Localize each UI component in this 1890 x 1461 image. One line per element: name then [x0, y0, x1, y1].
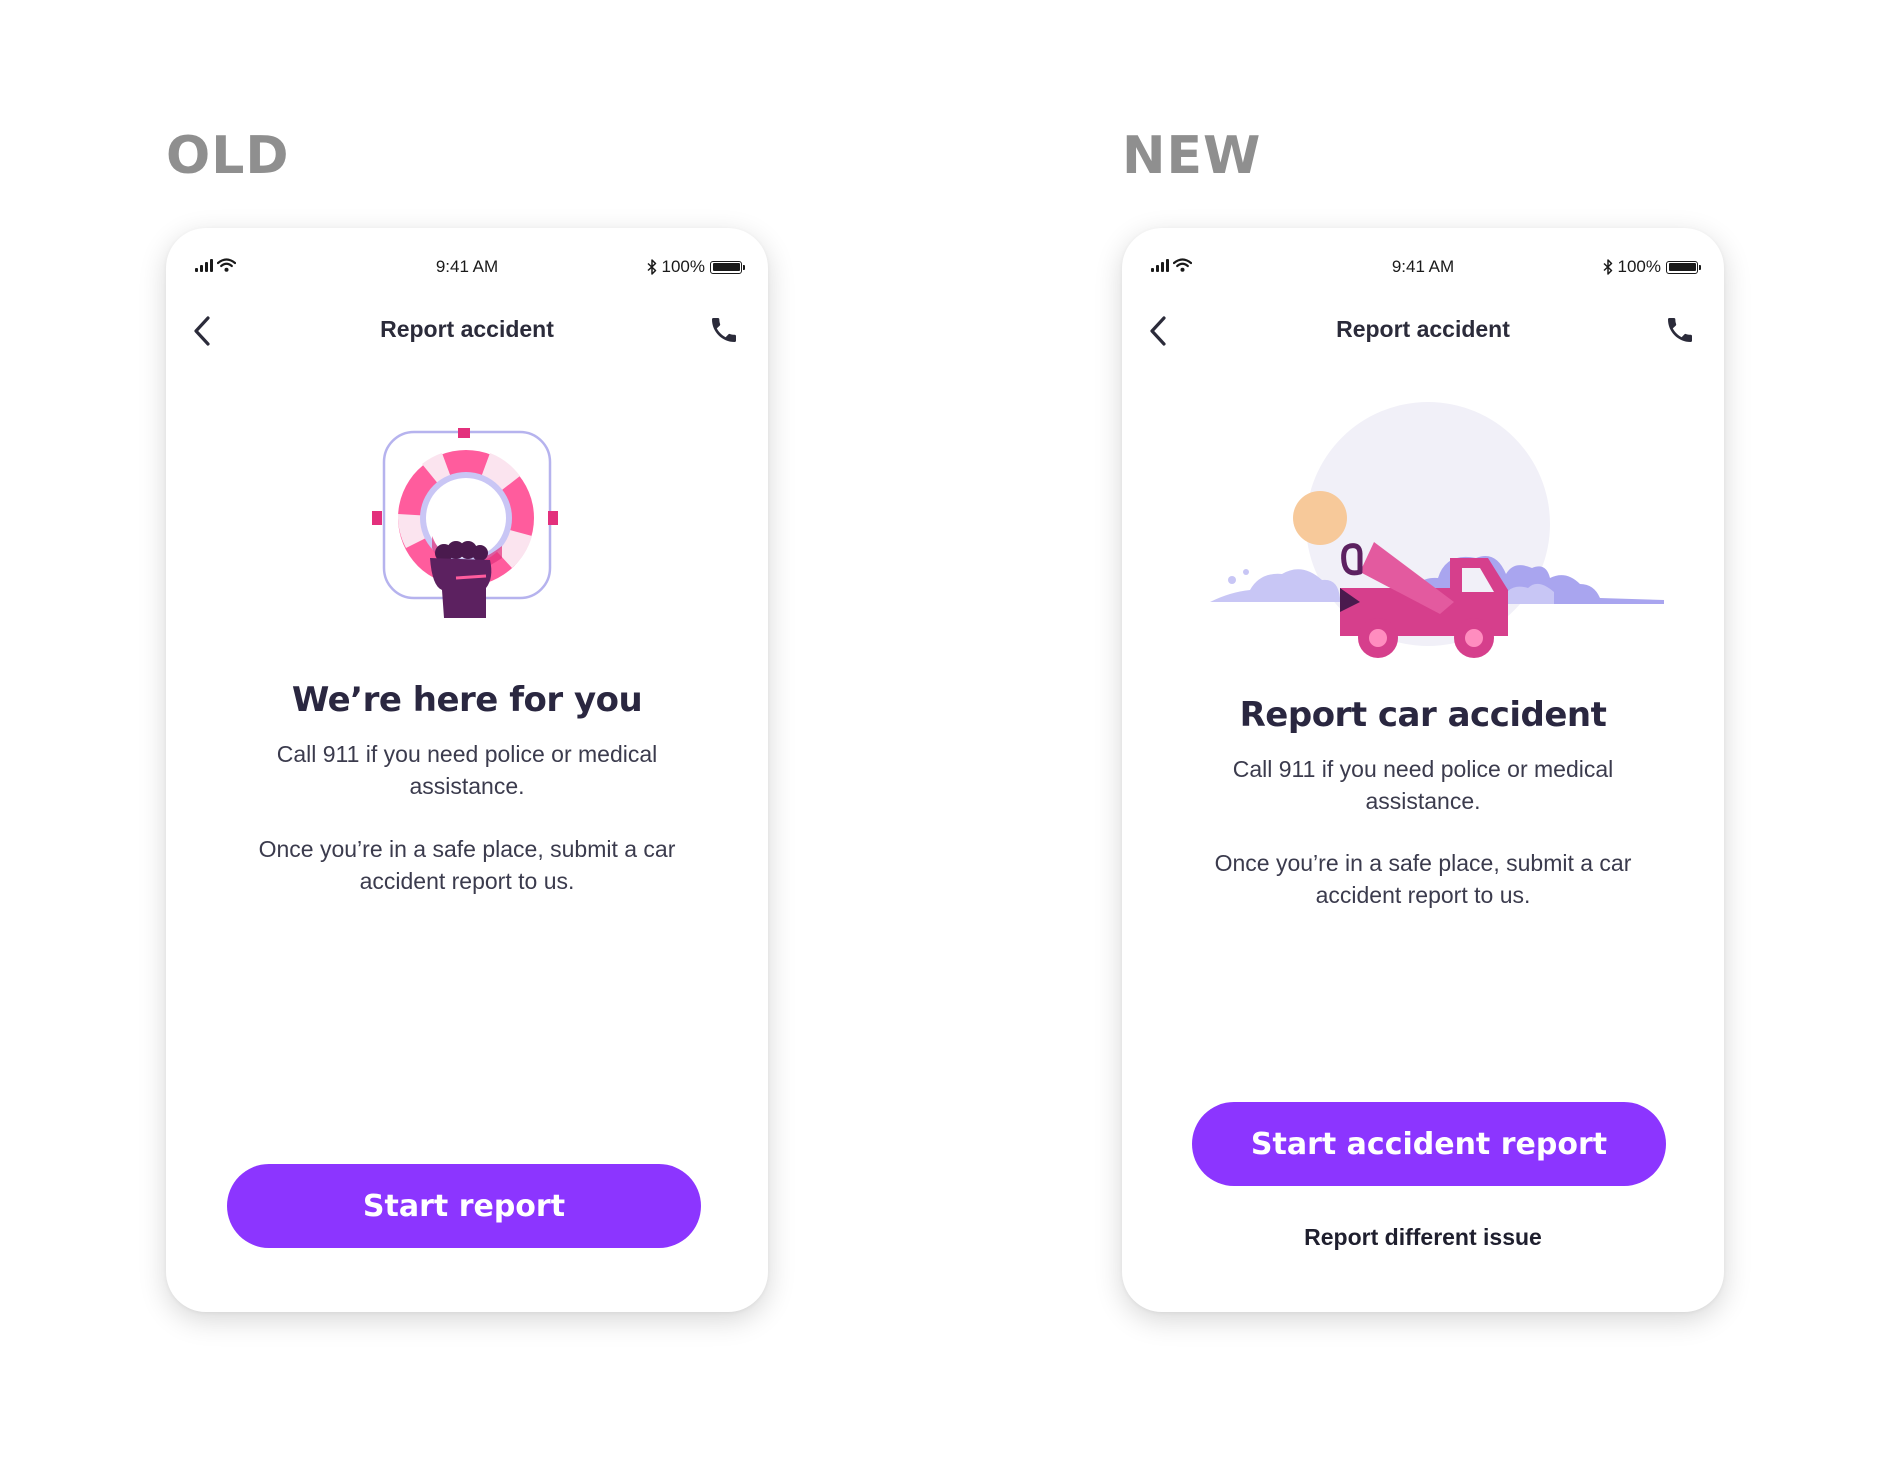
status-bar: 9:41 AM 100%: [166, 256, 768, 280]
emergency-instructions: Call 911 if you need police or medical a…: [1232, 756, 1614, 814]
lifebuoy-hand-illustration: [372, 428, 558, 618]
battery-icon: [1666, 260, 1701, 274]
start-report-button[interactable]: Start report: [227, 1164, 701, 1248]
battery-icon: [710, 260, 745, 274]
phone-icon[interactable]: [708, 314, 740, 346]
report-instructions: Once you’re in a safe place, submit a ca…: [258, 836, 676, 894]
phone-icon[interactable]: [1664, 314, 1696, 346]
start-accident-report-button[interactable]: Start accident report: [1192, 1102, 1666, 1186]
report-different-issue-link[interactable]: Report different issue: [1122, 1224, 1724, 1251]
heading: Report car accident: [1239, 695, 1607, 735]
bluetooth-icon: [647, 259, 656, 275]
nav-title: Report accident: [380, 316, 554, 342]
navigation-bar: Report accident: [1122, 300, 1724, 360]
battery-percentage: 100%: [661, 257, 705, 276]
battery-percentage: 100%: [1617, 257, 1661, 276]
tow-truck-illustration: [1210, 402, 1664, 658]
heading: We’re here for you: [291, 680, 643, 720]
emergency-instructions: Call 911 if you need police or medical a…: [276, 741, 658, 799]
nav-title: Report accident: [1336, 316, 1510, 342]
new-phone-screen: 9:41 AM 100% Report accident Report car …: [1122, 228, 1724, 1312]
status-indicators-right: 100%: [1603, 257, 1701, 277]
new-version-label: NEW: [1122, 126, 1262, 186]
status-bar: 9:41 AM 100%: [1122, 256, 1724, 280]
status-indicators-right: 100%: [647, 257, 745, 277]
bluetooth-icon: [1603, 259, 1612, 275]
old-phone-screen: 9:41 AM 100% Report accident We’re here …: [166, 228, 768, 1312]
navigation-bar: Report accident: [166, 300, 768, 360]
old-version-label: OLD: [166, 126, 290, 186]
report-instructions: Once you’re in a safe place, submit a ca…: [1214, 850, 1632, 908]
